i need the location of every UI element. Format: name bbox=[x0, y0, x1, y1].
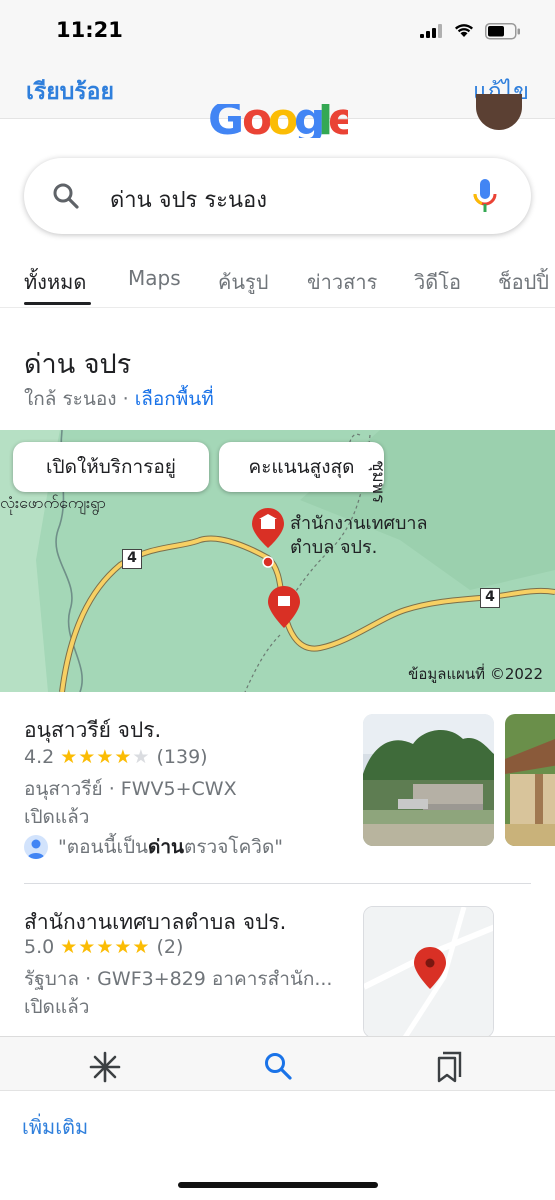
account-avatar[interactable] bbox=[476, 94, 522, 130]
more-button[interactable]: เพิ่มเติม bbox=[22, 1111, 88, 1143]
bottom-toolbar bbox=[0, 1036, 555, 1090]
bookmarks-icon[interactable] bbox=[436, 1051, 464, 1083]
result-divider bbox=[24, 883, 531, 884]
result-photo-secondary[interactable] bbox=[505, 714, 555, 846]
wifi-icon bbox=[455, 24, 473, 37]
result-status: เปิดแล้ว bbox=[24, 806, 90, 828]
rating-value: 4.2 bbox=[24, 746, 55, 768]
tab-videos[interactable]: วิดีโอ bbox=[414, 266, 461, 298]
search-icon[interactable] bbox=[263, 1051, 293, 1081]
tab-maps[interactable]: Maps bbox=[128, 266, 181, 290]
svg-text:e: e bbox=[328, 104, 348, 138]
review-count: (2) bbox=[156, 936, 184, 958]
result-rating: 5.0 ★★★★★ (2) bbox=[24, 936, 183, 958]
highway-shield-right: 4 bbox=[480, 588, 500, 608]
highway-shield-left: 4 bbox=[122, 549, 142, 569]
review-count: (139) bbox=[156, 746, 208, 768]
search-tabs: ทั้งหมด Maps ค้นรูป ข่าวสาร วิดีโอ ช็อปป… bbox=[0, 252, 555, 308]
result-title[interactable]: สำนักงานเทศบาลตำบล จปร. bbox=[24, 906, 286, 939]
search-icon bbox=[53, 183, 79, 209]
asterisk-icon[interactable] bbox=[89, 1051, 121, 1083]
rating-stars: ★★★★★ bbox=[60, 746, 151, 768]
cellular-signal-icon bbox=[420, 24, 442, 38]
tab-shopping[interactable]: ช็อปปิ้ bbox=[498, 266, 549, 298]
map-copyright: ข้อมูลแผนที่ ©2022 bbox=[408, 665, 543, 683]
search-query[interactable]: ด่าน จปร ระนอง bbox=[110, 182, 267, 217]
choose-area-link[interactable]: เลือกพื้นที่ bbox=[135, 388, 214, 410]
google-logo[interactable]: G o o g l e bbox=[208, 104, 348, 138]
microphone-icon[interactable] bbox=[472, 178, 498, 214]
active-tab-indicator bbox=[24, 302, 91, 305]
map-label-village: လုံးဖောက်ကျေးရွာ bbox=[0, 493, 106, 512]
done-button[interactable]: เรียบร้อย bbox=[26, 74, 114, 110]
local-results-title: ด่าน จปร bbox=[24, 349, 132, 380]
result-category: รัฐบาล · GWF3+829 อาคารสำนัก... bbox=[24, 968, 333, 990]
result-photo[interactable] bbox=[363, 714, 494, 846]
near-location: ใกล้ ระนอง bbox=[24, 388, 117, 410]
status-bar: 11:21 bbox=[0, 0, 555, 62]
result-title[interactable]: อนุสาวรีย์ จปร. bbox=[24, 714, 161, 747]
separator-dot: · bbox=[122, 388, 129, 410]
rating-stars: ★★★★★ bbox=[60, 936, 151, 958]
map-label-chumphon: ชุมพร bbox=[368, 460, 388, 504]
tab-news[interactable]: ข่าวสาร bbox=[307, 266, 377, 298]
result-status: เปิดแล้ว bbox=[24, 996, 90, 1018]
search-box[interactable]: ด่าน จปร ระนอง bbox=[24, 158, 531, 234]
svg-text:G: G bbox=[208, 104, 244, 138]
reviewer-avatar-icon bbox=[24, 835, 48, 859]
result-category: อนุสาวรีย์ · FWV5+CWX bbox=[24, 778, 237, 800]
result-review-snippet: "ตอนนี้เป็น ด่าน ตรวจโควิด" bbox=[24, 832, 283, 862]
battery-icon bbox=[485, 23, 520, 40]
filter-top-rated-chip[interactable]: คะแนนสูงสุด bbox=[219, 442, 384, 492]
result-rating: 4.2 ★★★★★ (139) bbox=[24, 746, 208, 768]
tab-all[interactable]: ทั้งหมด bbox=[24, 266, 86, 298]
home-indicator[interactable] bbox=[178, 1182, 378, 1188]
map-label-office-line2: ตำบล จปร. bbox=[290, 537, 378, 558]
status-time: 11:21 bbox=[56, 18, 123, 42]
map-view[interactable]: เปิดให้บริการอยู่ คะแนนสูงสุด လုံးဖောက်က… bbox=[0, 430, 555, 692]
rating-value: 5.0 bbox=[24, 936, 55, 958]
filter-open-now-chip[interactable]: เปิดให้บริการอยู่ bbox=[13, 442, 209, 492]
result-map-thumbnail[interactable] bbox=[363, 906, 494, 1038]
tab-images[interactable]: ค้นรูป bbox=[218, 266, 269, 298]
local-results-subtitle: ใกล้ ระนอง · เลือกพื้นที่ bbox=[24, 384, 214, 414]
